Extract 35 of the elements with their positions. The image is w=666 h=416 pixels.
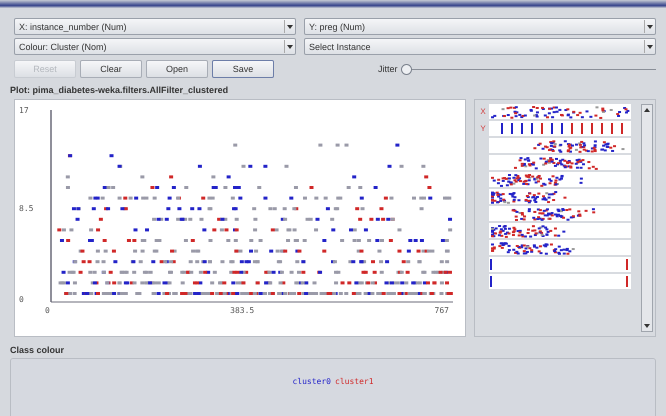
attribute-strip-drawing[interactable] [489, 104, 631, 119]
scrollbar[interactable] [641, 104, 653, 332]
attribute-strip-drawing[interactable] [489, 240, 631, 255]
slider-thumb[interactable] [400, 64, 412, 74]
jitter-label: Jitter [378, 64, 398, 74]
attribute-strip-drawing[interactable] [489, 121, 631, 136]
y-tick-label: 8.5 [19, 204, 34, 212]
dropdown-arrow-icon[interactable] [644, 20, 655, 33]
class-label[interactable]: cluster0 [292, 376, 331, 386]
dropdown-arrow-icon[interactable] [284, 20, 295, 33]
plot-title: Plot: pima_diabetes-weka.filters.AllFilter_clustered [10, 85, 230, 95]
dropdown[interactable]: Y: preg (Num) [304, 18, 656, 35]
toolbar-button[interactable]: Save [212, 60, 274, 78]
y-tick-label: 17 [19, 106, 30, 115]
dropdown[interactable]: X: instance_number (Num) [14, 18, 296, 35]
attribute-strip-drawing[interactable] [489, 223, 631, 238]
dropdown[interactable]: Select Instance [304, 38, 656, 55]
class-label[interactable]: cluster1 [335, 376, 374, 386]
attribute-strip-drawing[interactable] [489, 155, 631, 170]
dropdown[interactable]: Colour: Cluster (Nom) [14, 38, 296, 55]
attribute-strip-drawing[interactable] [489, 257, 631, 272]
x-tick-label: 0 [45, 306, 50, 315]
attribute-strip-drawing[interactable] [489, 206, 631, 221]
attribute-strip-drawing[interactable] [489, 274, 631, 289]
dropdown-arrow-icon[interactable] [644, 40, 655, 53]
dropdown-arrow-icon[interactable] [284, 40, 295, 53]
x-tick-label: 767 [434, 306, 449, 315]
toolbar-button[interactable]: Clear [80, 60, 142, 78]
x-tick-label: 383.5 [230, 306, 254, 315]
attribute-strip-drawing[interactable] [489, 189, 631, 204]
y-tick-label: 0 [19, 295, 25, 304]
toolbar-button[interactable]: Open [146, 60, 208, 78]
attribute-strip-drawing[interactable] [489, 172, 631, 187]
class-colour-title: Class colour [10, 345, 66, 355]
attribute-strip-drawing[interactable] [489, 138, 631, 153]
